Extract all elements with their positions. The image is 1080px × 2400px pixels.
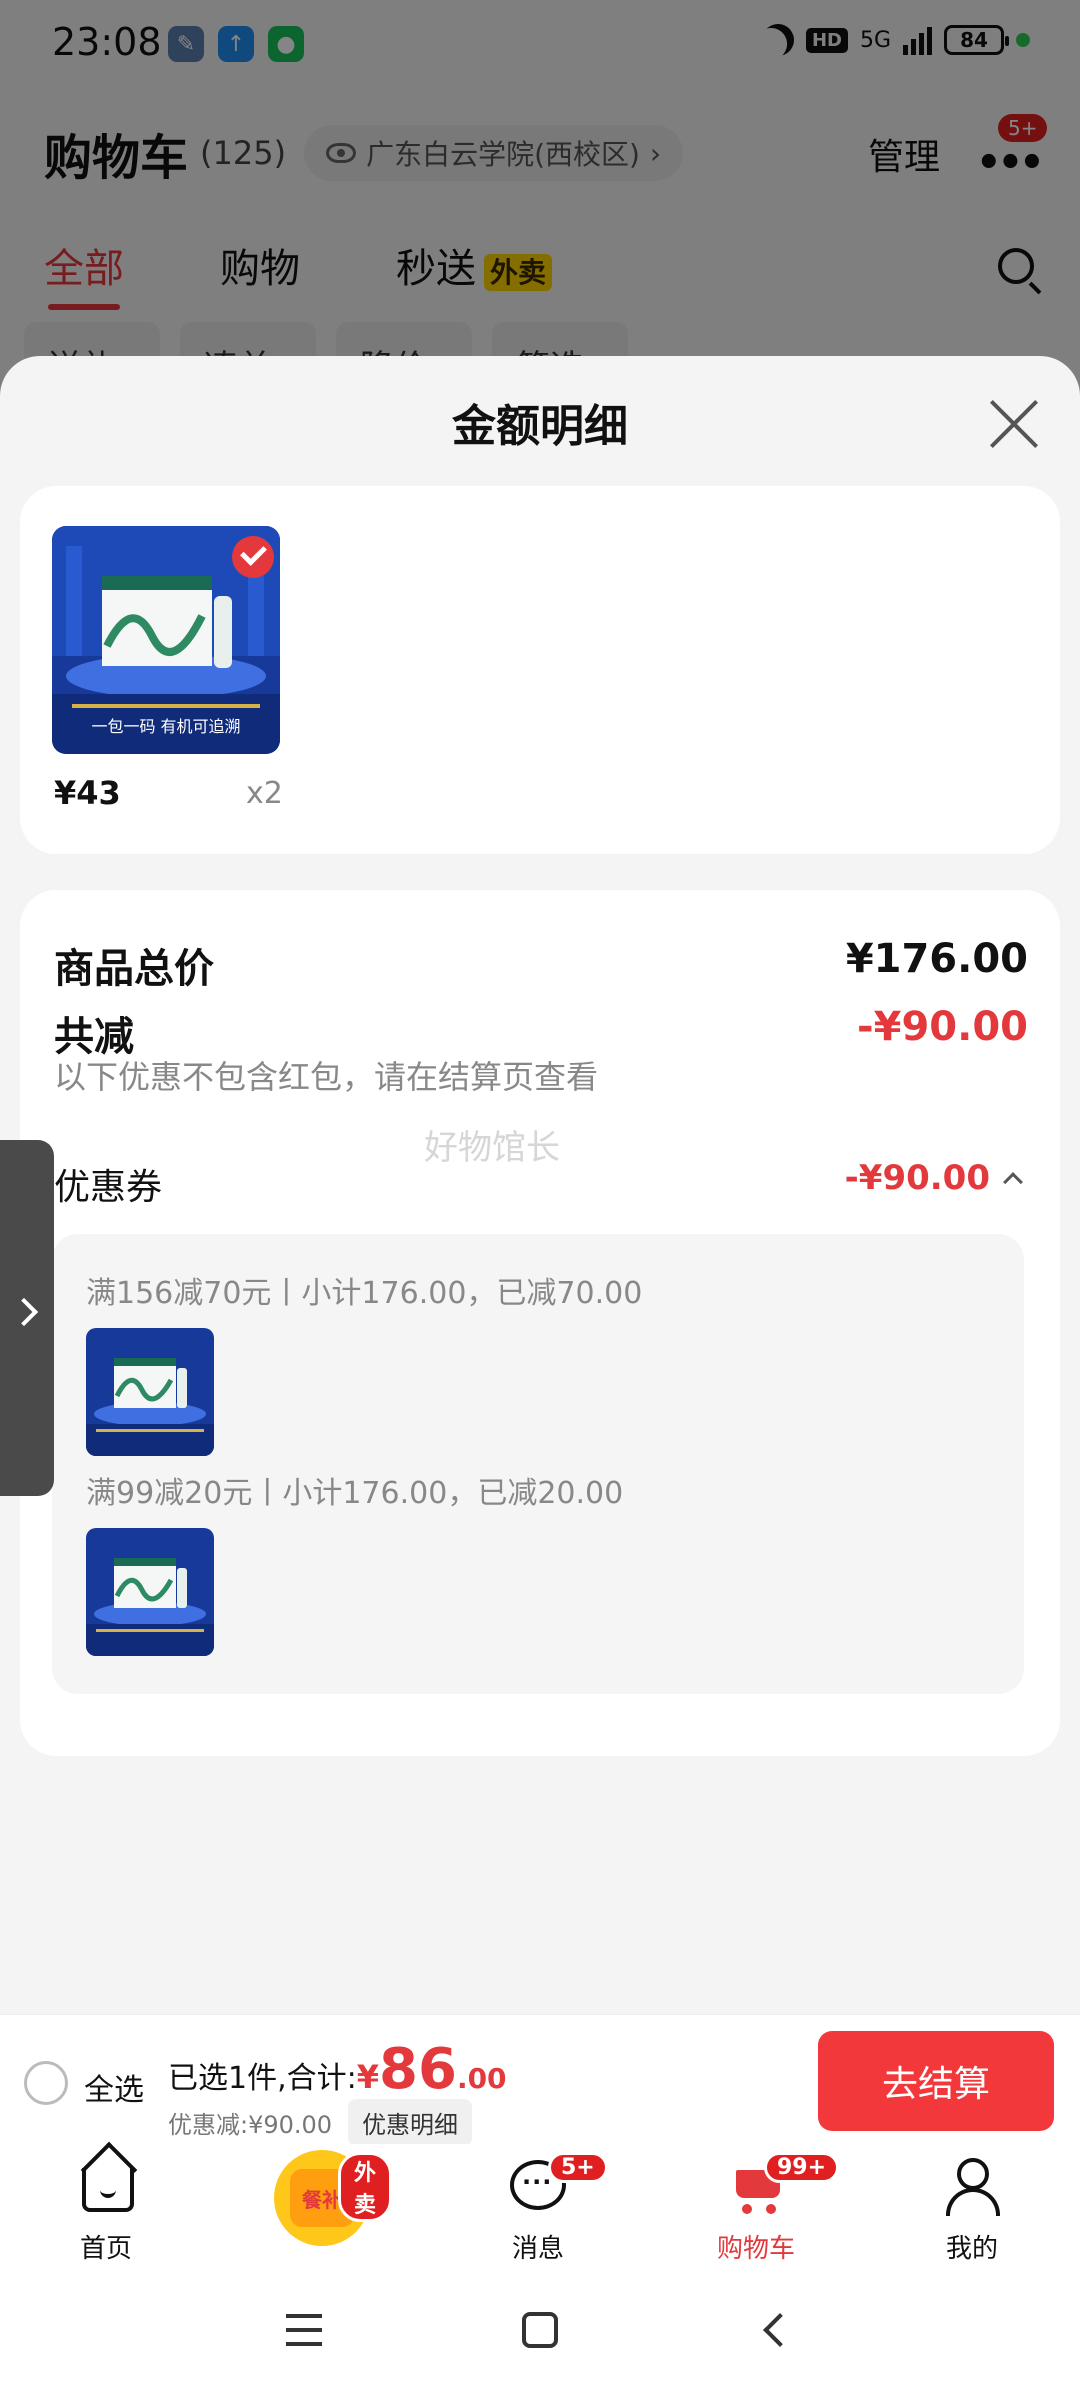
sheet-title: 金额明细 <box>452 401 628 452</box>
nav-label: 我的 <box>945 2234 998 2264</box>
discount-detail-button[interactable]: 优惠明细 <box>348 2099 473 2146</box>
select-all-radio[interactable] <box>24 2061 68 2105</box>
price-detail-card: 商品总价 ¥176.00 共减 -¥90.00 以下优惠不包含红包，请在结算页查… <box>20 890 1060 1756</box>
checkout-total: ¥86.00 <box>357 2037 507 2102</box>
product-card: 一包一码 有机可追溯 ¥43 x2 <box>20 486 1060 854</box>
total-price-value: ¥176.00 <box>845 936 1028 982</box>
coupon-product-thumbnail <box>86 1528 214 1656</box>
checkout-discount-text: 优惠减:¥90.00 <box>168 2111 333 2139</box>
nav-badge-messages: 5+ <box>548 2152 608 2183</box>
product-price: ¥43 <box>54 774 121 812</box>
currency-symbol: ¥ <box>356 2058 379 2096</box>
discount-value: -¥90.00 <box>857 1004 1028 1050</box>
watermark: 好物馆长 <box>424 1128 560 1168</box>
coupon-value: -¥90.00 <box>844 1158 990 1198</box>
coupon-line: 满156减70元丨小计176.00，已减70.00 <box>86 1276 643 1311</box>
home-button-icon[interactable] <box>522 2312 558 2348</box>
product-quantity: x2 <box>246 776 283 811</box>
recent-apps-icon[interactable] <box>286 2314 322 2346</box>
selected-check-icon <box>232 536 274 578</box>
coupon-product-thumbnail <box>86 1328 214 1456</box>
checkout-summary: 已选1件,合计: ¥86.00 <box>168 2037 507 2102</box>
checkout-bar: 全选 已选1件,合计: ¥86.00 优惠减:¥90.00 优惠明细 去结算 <box>0 2014 1080 2146</box>
back-icon[interactable] <box>763 2313 797 2347</box>
nav-badge-cart: 99+ <box>764 2152 840 2183</box>
checkout-discount-row: 优惠减:¥90.00 优惠明细 <box>168 2099 473 2146</box>
chevron-up-icon <box>1003 1172 1023 1192</box>
close-icon[interactable] <box>986 396 1042 452</box>
select-all-label[interactable]: 全选 <box>84 2065 144 2109</box>
coupon-list: 满156减70元丨小计176.00，已减70.00 满99减20元丨小计176.… <box>52 1234 1024 1694</box>
product-image: 一包一码 有机可追溯 <box>52 526 280 754</box>
selected-count-text: 已选1件,合计: <box>168 2061 357 2096</box>
checkout-button[interactable]: 去结算 <box>818 2031 1054 2131</box>
nav-label: 购物车 <box>716 2234 795 2264</box>
bottom-nav: 首页 餐补 外卖 5+ 消息 99+ 购物车 我的 <box>0 2144 1080 2264</box>
side-drawer-handle[interactable] <box>0 1140 54 1496</box>
coupon-line: 满99减20元丨小计176.00，已减20.00 <box>86 1476 624 1511</box>
user-icon <box>946 2158 1000 2216</box>
system-navigation-bar <box>0 2264 1080 2400</box>
total-decimal: .00 <box>456 2062 507 2095</box>
nav-label: 首页 <box>79 2234 132 2264</box>
nav-badge-takeout: 外卖 <box>338 2152 392 2222</box>
discount-note: 以下优惠不包含红包，请在结算页查看 <box>54 1058 599 1096</box>
home-icon <box>82 2168 134 2212</box>
coupon-toggle[interactable]: -¥90.00 <box>844 1158 1023 1198</box>
total-integer: 86 <box>379 2037 457 2102</box>
total-price-label: 商品总价 <box>54 946 214 992</box>
chevron-right-icon <box>9 1297 39 1327</box>
svg-text:一包一码 有机可追溯: 一包一码 有机可追溯 <box>91 717 240 736</box>
nav-label: 消息 <box>511 2234 564 2264</box>
coupon-label: 优惠券 <box>54 1167 163 1208</box>
